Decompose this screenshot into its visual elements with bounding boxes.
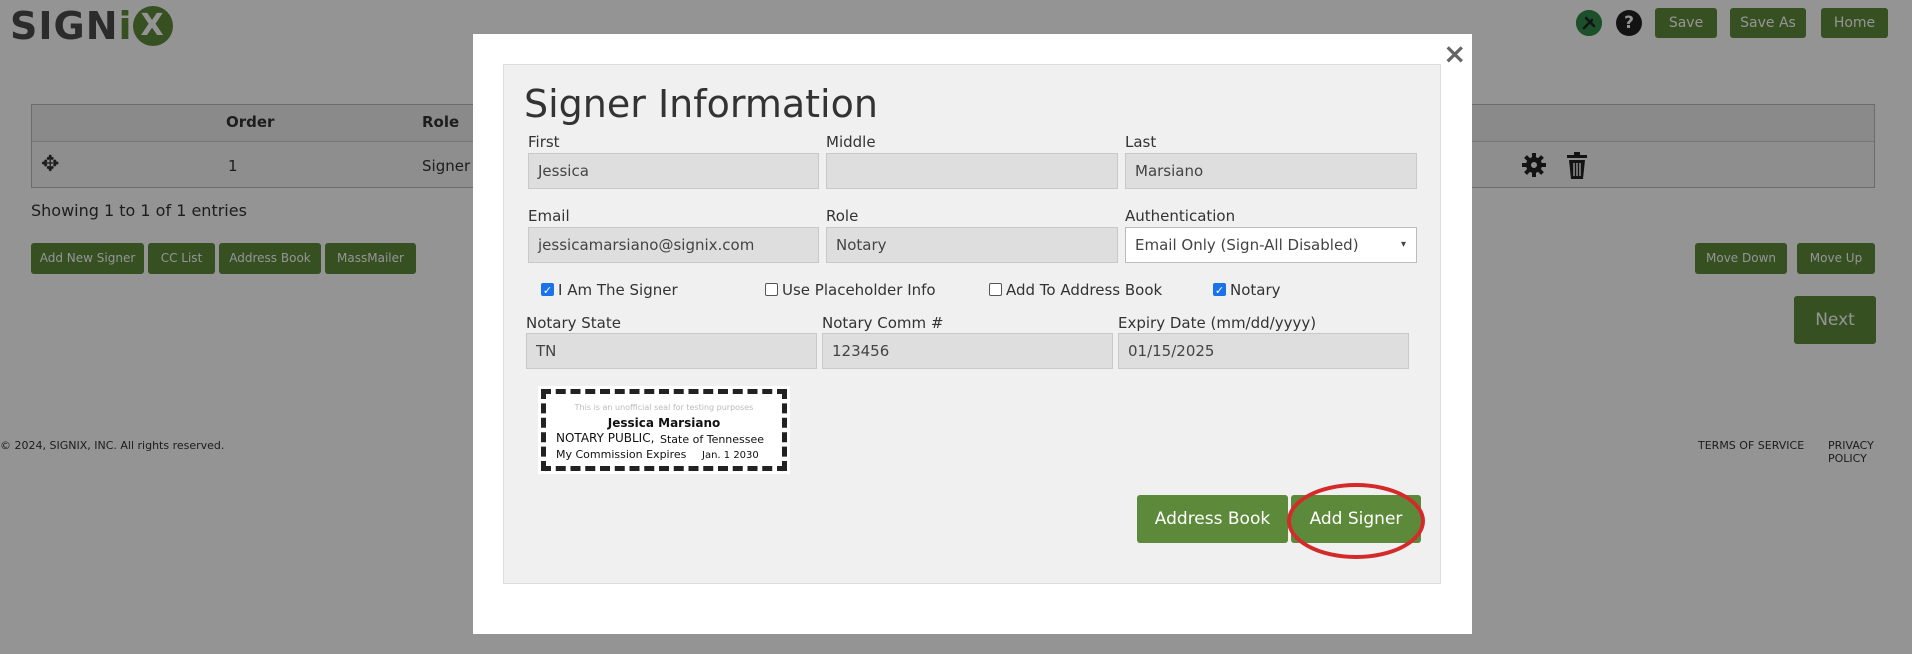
notary-comm-label: Notary Comm # (822, 314, 944, 332)
seal-state: State of Tennessee (660, 433, 765, 446)
middle-name-field[interactable] (826, 153, 1118, 189)
role-label: Role (826, 207, 859, 225)
first-name-label: First (528, 133, 560, 151)
last-name-label: Last (1125, 133, 1157, 151)
notary-comm-field[interactable]: 123456 (822, 333, 1113, 369)
email-field[interactable]: jessicamarsiano@signix.com (528, 227, 819, 263)
seal-notary-public: NOTARY PUBLIC, (556, 431, 655, 445)
authentication-select[interactable]: Email Only (Sign-All Disabled) ▾ (1125, 227, 1417, 263)
use-placeholder-checkbox[interactable] (765, 283, 778, 296)
notary-state-label: Notary State (526, 314, 621, 332)
seal-name: Jessica Marsiano (607, 416, 721, 430)
i-am-signer-label: I Am The Signer (558, 281, 678, 299)
authentication-selected-value: Email Only (Sign-All Disabled) (1135, 236, 1359, 254)
first-name-field[interactable]: Jessica (528, 153, 819, 189)
seal-commission-label: My Commission Expires (556, 448, 687, 461)
close-icon[interactable]: × (1443, 40, 1466, 68)
authentication-label: Authentication (1125, 207, 1236, 225)
modal-title: Signer Information (524, 82, 878, 126)
notary-checkbox[interactable]: ✓ (1213, 283, 1226, 297)
use-placeholder-label: Use Placeholder Info (782, 281, 936, 299)
email-label: Email (528, 207, 570, 225)
middle-name-label: Middle (826, 133, 876, 151)
last-name-field[interactable]: Marsiano (1125, 153, 1417, 189)
add-to-address-book-checkbox[interactable] (989, 283, 1002, 296)
expiry-date-label: Expiry Date (mm/dd/yyyy) (1118, 314, 1317, 332)
seal-commission-date: Jan. 1 2030 (702, 450, 759, 461)
address-book-modal-button[interactable]: Address Book (1137, 495, 1288, 543)
expiry-date-field[interactable]: 01/15/2025 (1118, 333, 1409, 369)
notary-label: Notary (1230, 281, 1281, 299)
notary-state-field[interactable]: TN (526, 333, 817, 369)
i-am-signer-checkbox[interactable]: ✓ (541, 283, 554, 297)
highlight-ellipse (1287, 483, 1425, 559)
add-to-address-book-label: Add To Address Book (1006, 281, 1163, 299)
seal-disclaimer: This is an unofficial seal for testing p… (574, 403, 754, 412)
role-field[interactable]: Notary (826, 227, 1118, 263)
dropdown-arrow-icon: ▾ (1400, 239, 1406, 250)
